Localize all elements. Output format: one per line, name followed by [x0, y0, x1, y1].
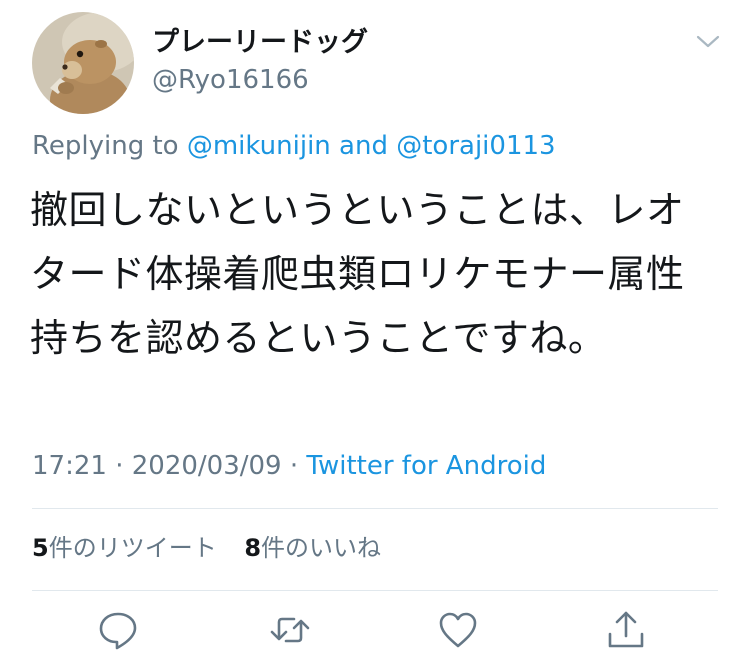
tweet-source-link[interactable]: Twitter for Android	[306, 451, 546, 481]
likes-count: 8	[244, 534, 262, 562]
meta-separator: ·	[115, 451, 124, 481]
divider	[32, 590, 718, 591]
chevron-down-icon[interactable]	[694, 30, 722, 52]
share-button[interactable]	[604, 608, 648, 652]
share-icon	[608, 611, 644, 648]
reply-prefix: Replying to	[32, 131, 179, 161]
tweet-stats: 5件のリツイート 8件のいいね	[32, 532, 381, 564]
retweets-label: 件のリツイート	[48, 534, 217, 562]
retweets-stat[interactable]: 5件のリツイート	[32, 534, 217, 562]
reply-conjunction[interactable]: and	[339, 131, 388, 161]
tweet-time: 17:21	[32, 451, 107, 481]
retweet-icon	[270, 617, 310, 643]
action-bar	[0, 608, 750, 656]
reply-context: Replying to @mikunijin and @toraji0113	[32, 130, 556, 162]
meta-separator: ·	[289, 451, 299, 481]
reply-icon	[99, 612, 137, 650]
mention-link[interactable]: @mikunijin	[187, 131, 331, 161]
like-button[interactable]	[436, 608, 480, 652]
likes-stat[interactable]: 8件のいいね	[244, 534, 381, 562]
reply-button[interactable]	[96, 608, 140, 652]
prairie-dog-avatar-icon	[32, 12, 134, 114]
divider	[32, 508, 718, 509]
tweet-date: 2020/03/09	[131, 451, 282, 481]
display-name[interactable]: プレーリードッグ	[152, 26, 368, 60]
mention-link[interactable]: @toraji0113	[396, 131, 555, 161]
likes-label: 件のいいね	[261, 534, 382, 562]
tweet-text: 撤回しないというということは、レオタード体操着爬虫類ロリケモナー属性持ちを認める…	[30, 188, 685, 360]
avatar[interactable]	[32, 12, 134, 114]
tweet-meta: 17:21 · 2020/03/09 · Twitter for Android	[32, 450, 546, 482]
retweet-button[interactable]	[268, 608, 312, 652]
heart-icon	[439, 612, 477, 648]
user-handle[interactable]: @Ryo16166	[152, 64, 309, 96]
retweets-count: 5	[32, 534, 49, 562]
